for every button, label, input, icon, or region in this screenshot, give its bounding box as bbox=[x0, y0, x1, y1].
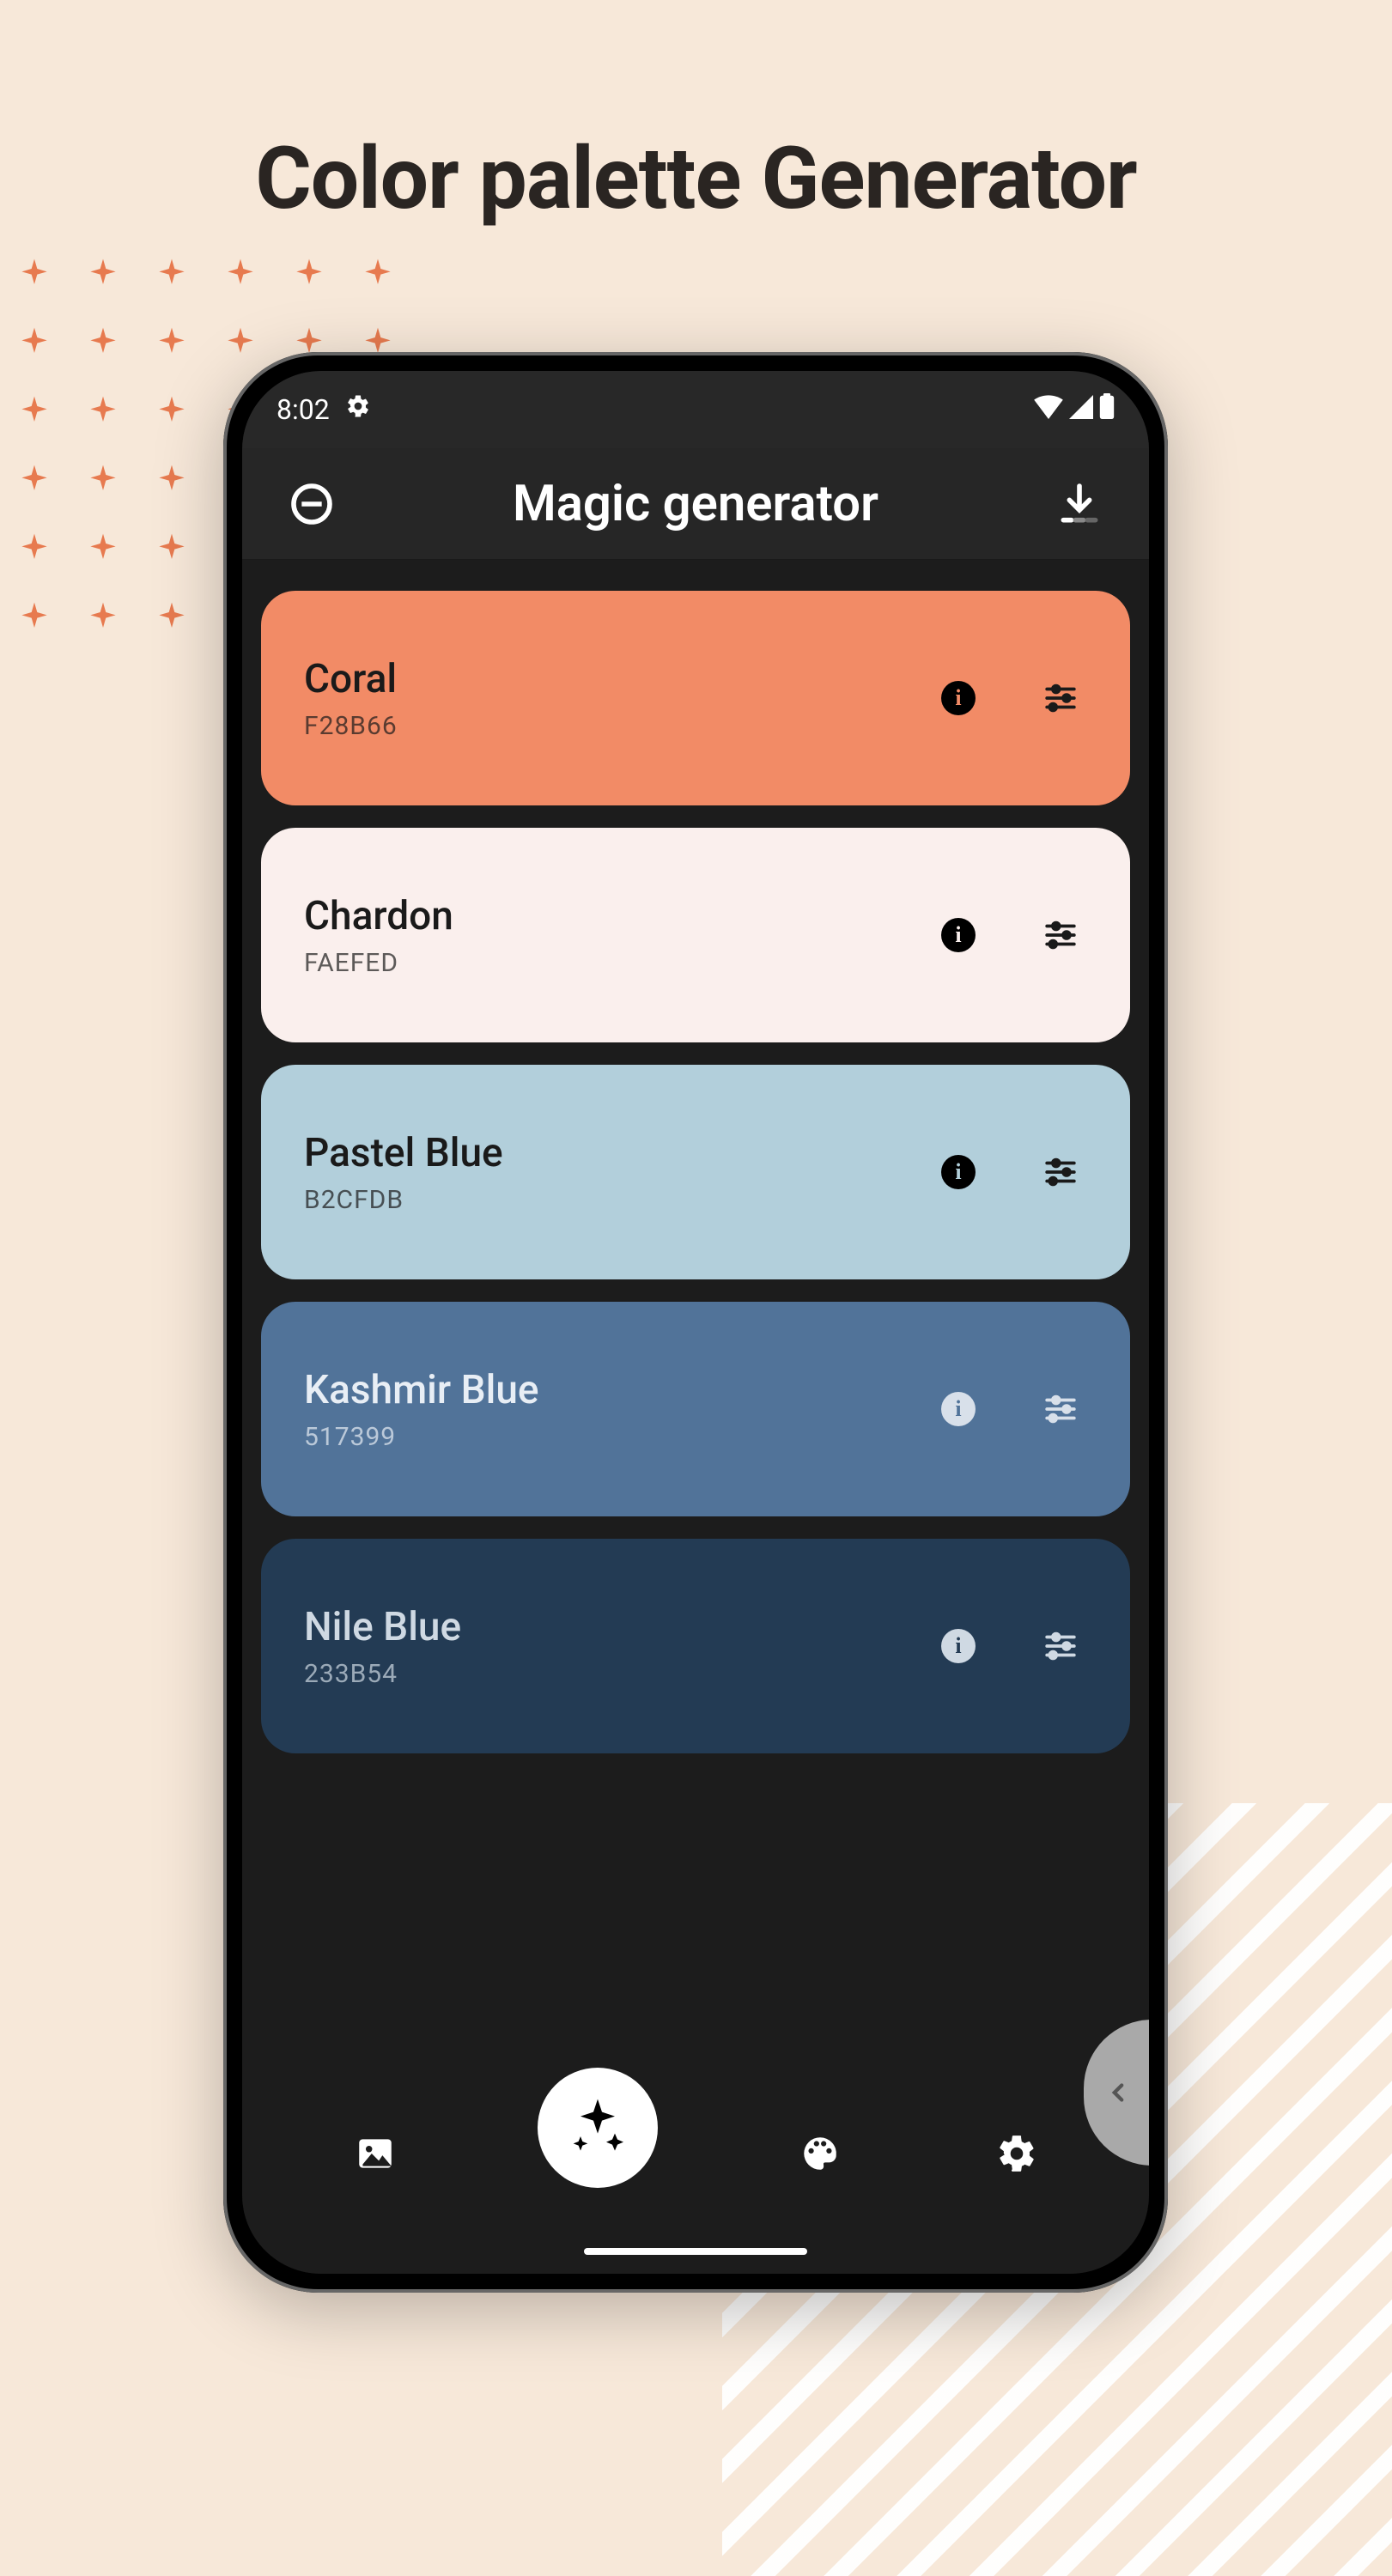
phone-screen: 8:02 Magic generat bbox=[242, 371, 1149, 2274]
color-card[interactable]: Kashmir Blue 517399 i bbox=[261, 1302, 1130, 1516]
color-card[interactable]: Coral F28B66 i bbox=[261, 591, 1130, 805]
color-hex: 233B54 bbox=[304, 1659, 941, 1689]
do-not-disturb-icon[interactable] bbox=[273, 480, 350, 528]
color-name: Coral bbox=[304, 656, 941, 702]
nav-palette[interactable] bbox=[786, 2119, 854, 2188]
signal-icon bbox=[1068, 393, 1094, 426]
battery-icon bbox=[1099, 393, 1115, 426]
tune-icon[interactable] bbox=[1042, 917, 1079, 953]
color-hex: 517399 bbox=[304, 1422, 941, 1452]
info-icon[interactable]: i bbox=[941, 1392, 976, 1426]
color-card[interactable]: Pastel Blue B2CFDB i bbox=[261, 1065, 1130, 1279]
color-name: Chardon bbox=[304, 893, 941, 939]
page-title: Color palette Generator bbox=[0, 129, 1392, 229]
color-name: Nile Blue bbox=[304, 1604, 941, 1650]
nav-settings[interactable] bbox=[982, 2119, 1051, 2188]
color-card[interactable]: Nile Blue 233B54 i bbox=[261, 1539, 1130, 1753]
info-icon[interactable]: i bbox=[941, 681, 976, 715]
nav-gallery[interactable] bbox=[341, 2119, 410, 2188]
home-indicator bbox=[584, 2248, 807, 2255]
color-hex: F28B66 bbox=[304, 711, 941, 741]
bottom-nav bbox=[242, 2068, 1149, 2239]
tune-icon[interactable] bbox=[1042, 1628, 1079, 1664]
status-bar: 8:02 bbox=[242, 371, 1149, 448]
tune-icon[interactable] bbox=[1042, 1391, 1079, 1427]
app-bar-title: Magic generator bbox=[350, 475, 1041, 533]
color-hex: B2CFDB bbox=[304, 1185, 941, 1215]
download-button[interactable] bbox=[1041, 480, 1118, 528]
info-icon[interactable]: i bbox=[941, 918, 976, 952]
info-icon[interactable]: i bbox=[941, 1155, 976, 1189]
color-card[interactable]: Chardon FAEFED i bbox=[261, 828, 1130, 1042]
tune-icon[interactable] bbox=[1042, 1154, 1079, 1190]
wifi-icon bbox=[1034, 393, 1063, 426]
status-time: 8:02 bbox=[277, 393, 330, 426]
color-name: Pastel Blue bbox=[304, 1130, 941, 1176]
app-bar: Magic generator bbox=[242, 448, 1149, 560]
color-hex: FAEFED bbox=[304, 948, 941, 978]
phone-frame: 8:02 Magic generat bbox=[223, 352, 1168, 2293]
color-name: Kashmir Blue bbox=[304, 1367, 941, 1413]
info-icon[interactable]: i bbox=[941, 1629, 976, 1663]
content-area: Coral F28B66 i Chardon FAEFED i bbox=[242, 560, 1149, 2274]
tune-icon[interactable] bbox=[1042, 680, 1079, 716]
gear-icon bbox=[345, 393, 371, 426]
nav-magic-fab[interactable] bbox=[538, 2068, 658, 2188]
